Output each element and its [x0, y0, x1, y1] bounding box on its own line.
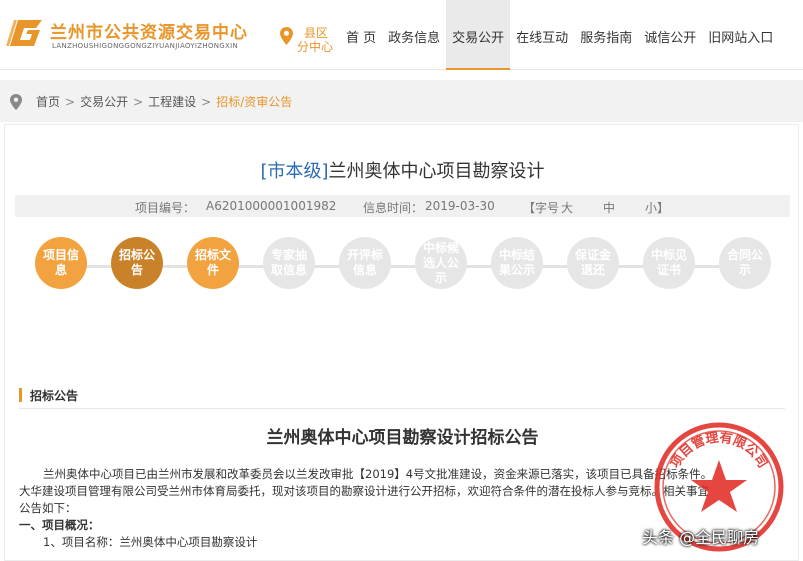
nav-online-interaction[interactable]: 在线互动: [510, 0, 574, 70]
step-candidate-publicity[interactable]: 中标候选人公示: [415, 237, 467, 289]
step-deposit-refund[interactable]: 保证金退还: [567, 237, 619, 289]
breadcrumb-bar: 首页 > 交易公开 > 工程建设 > 招标/资审公告: [0, 80, 803, 122]
logo-title: 兰州市公共资源交易中心: [50, 23, 248, 43]
section-divider: [19, 408, 785, 409]
nav-service-guide[interactable]: 服务指南: [574, 0, 638, 70]
breadcrumb-separator: >: [133, 94, 144, 109]
logo-subtitle: LANZHOUSHIGONGGONGZIYUANJIAOYIZHONGXIN: [52, 42, 239, 50]
nav-old-site[interactable]: 旧网站入口: [702, 0, 779, 70]
step-bid-opening[interactable]: 开评标信息: [339, 237, 391, 289]
step-contract-publicity[interactable]: 合同公示: [719, 237, 771, 289]
font-size-small[interactable]: 小】: [645, 199, 669, 216]
project-no: A6201000001001982: [206, 199, 337, 213]
nav-trading-public[interactable]: 交易公开: [446, 0, 511, 70]
site-logo[interactable]: 兰州市公共资源交易中心 LANZHOUSHIGONGGONGZIYUANJIAO…: [6, 14, 256, 54]
location-pin-icon: [280, 27, 293, 45]
step-tender-docs[interactable]: 招标文件: [187, 237, 239, 289]
nav-credit-public[interactable]: 诚信公开: [638, 0, 702, 70]
main-nav: 首 页 政务信息 交易公开 在线互动 服务指南 诚信公开 旧网站入口: [340, 0, 779, 70]
site-header: 兰州市公共资源交易中心 LANZHOUSHIGONGGONGZIYUANJIAO…: [0, 0, 803, 70]
breadcrumb-separator: >: [65, 94, 76, 109]
process-steps: 项目信息 招标公告 招标文件 专家抽取信息 开评标信息 中标候选人公示 中标结果…: [29, 237, 789, 297]
nav-government-info[interactable]: 政务信息: [382, 0, 446, 70]
info-time-label: 信息时间：: [363, 201, 424, 215]
font-size-medium[interactable]: 中: [603, 199, 615, 216]
breadcrumb-separator: >: [201, 94, 212, 109]
section-accent-bar: [19, 388, 22, 402]
breadcrumb-home[interactable]: 首页: [36, 93, 60, 110]
project-no-label: 项目编号：: [135, 201, 196, 215]
logo-icon: [6, 20, 42, 46]
level-tag: [市本级]: [260, 161, 329, 182]
font-size-large[interactable]: 大: [561, 199, 573, 216]
breadcrumb: 首页 > 交易公开 > 工程建设 > 招标/资审公告: [10, 93, 292, 110]
meta-bar: 项目编号： A6201000001001982 信息时间： 2019-03-30…: [15, 195, 790, 217]
section-heading-text: 招标公告: [30, 388, 79, 403]
nav-home[interactable]: 首 页: [340, 0, 382, 70]
info-time: 2019-03-30: [425, 199, 495, 213]
breadcrumb-engineering[interactable]: 工程建设: [148, 93, 196, 110]
step-result-publicity[interactable]: 中标结果公示: [491, 237, 543, 289]
location-line2: 分中心: [297, 40, 334, 54]
breadcrumb-trading-public[interactable]: 交易公开: [80, 93, 128, 110]
breadcrumb-current: 招标/资审公告: [216, 95, 293, 109]
page-title: [市本级]兰州奥体中心项目勘察设计: [5, 157, 800, 183]
county-branch-link[interactable]: 县区 分中心: [280, 24, 340, 54]
step-expert-selection[interactable]: 专家抽取信息: [263, 237, 315, 289]
section-heading: 招标公告: [19, 387, 78, 403]
step-tender-notice[interactable]: 招标公告: [111, 237, 163, 289]
step-project-info[interactable]: 项目信息: [35, 237, 87, 289]
watermark: 头条 @全民聊房: [642, 528, 760, 547]
font-size-label: 【字号: [523, 201, 560, 215]
breadcrumb-pin-icon: [10, 93, 22, 110]
step-award-certificate[interactable]: 中标见证书: [643, 237, 695, 289]
project-title: 兰州奥体中心项目勘察设计: [328, 161, 545, 182]
